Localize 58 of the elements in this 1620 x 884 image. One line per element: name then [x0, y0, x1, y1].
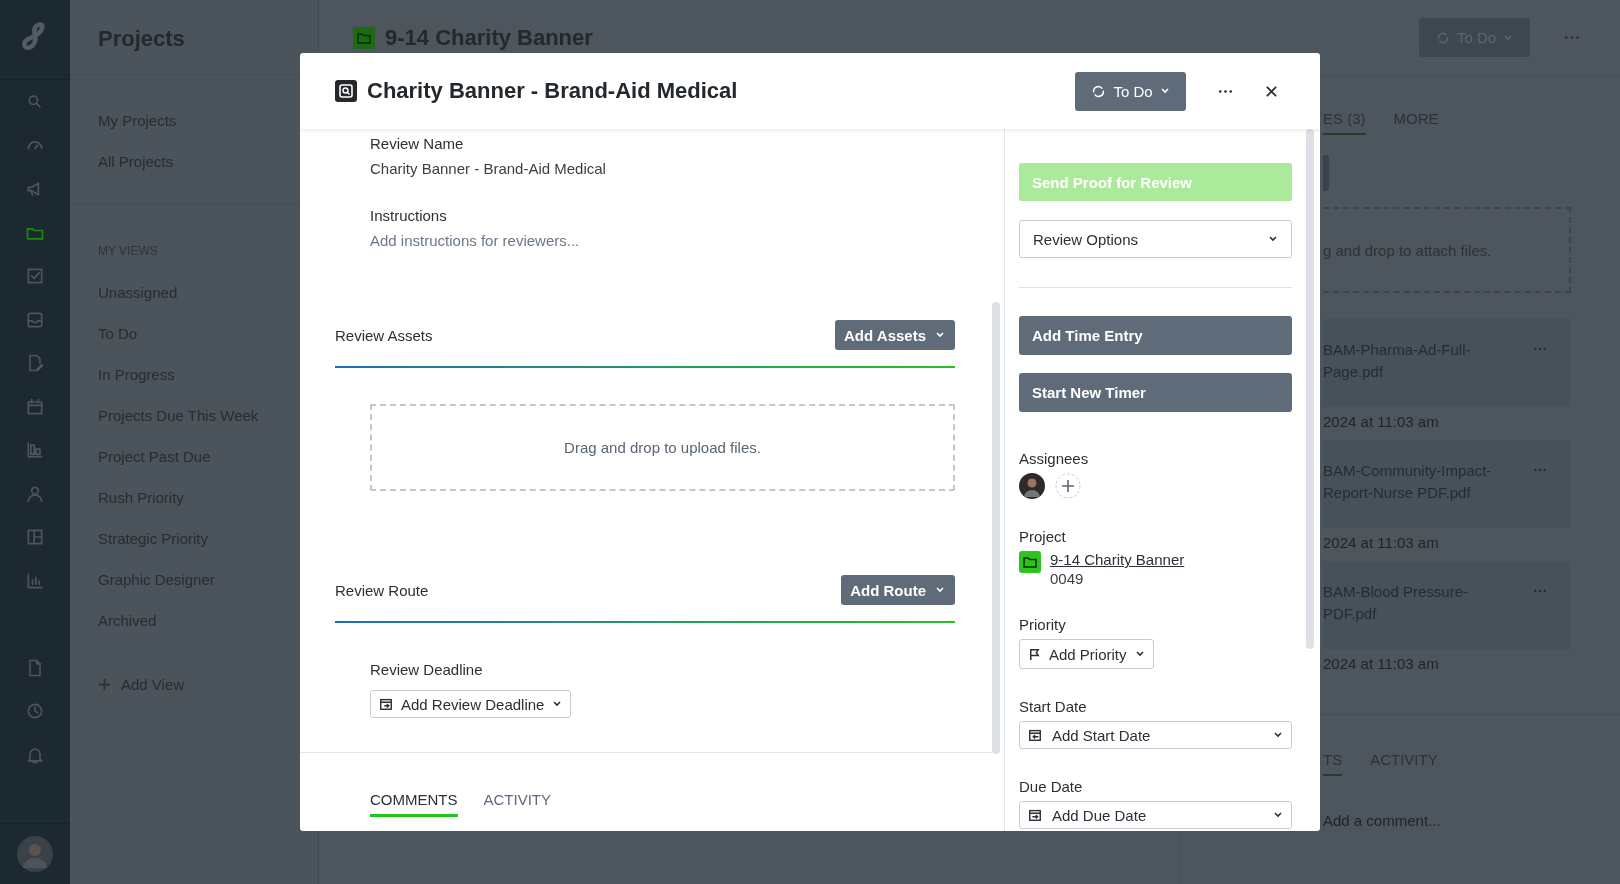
review-options-dropdown[interactable]: Review Options: [1019, 220, 1292, 258]
caret-icon: [1134, 649, 1145, 659]
dropdown-button[interactable]: Add Route: [841, 575, 955, 605]
folder-icon: [1019, 551, 1041, 573]
scrollbar[interactable]: [1306, 129, 1314, 649]
review-name[interactable]: Charity Banner - Brand-Aid Medical: [370, 160, 1004, 177]
deadline-dropdown[interactable]: Add Review Deadline: [370, 690, 572, 718]
assignee-avatar[interactable]: [1019, 473, 1045, 499]
sync-icon: [1435, 30, 1450, 45]
field-label: Start Date: [1019, 698, 1088, 715]
caret-icon: [1273, 810, 1283, 820]
field-label: Project: [1019, 528, 1067, 545]
dialog-title: Charity Banner - Brand-Aid Medical: [367, 78, 738, 104]
close-icon[interactable]: [1265, 84, 1278, 98]
date-dropdown[interactable]: Add Start Date: [1019, 721, 1292, 749]
clock-icon[interactable]: [25, 701, 45, 721]
field-label: Assignees: [1019, 450, 1090, 467]
caret-icon: [552, 699, 563, 709]
section-title: Review Route: [335, 581, 429, 599]
plus-icon: [98, 678, 111, 691]
time-button[interactable]: Start New Timer: [1019, 373, 1292, 412]
dropdown-button[interactable]: Add Assets: [835, 320, 955, 350]
blocks-icon[interactable]: [25, 440, 45, 460]
proof-icon: [335, 80, 357, 102]
project-link[interactable]: 9-14 Charity Banner: [1050, 551, 1185, 568]
calendar-icon: [379, 697, 393, 711]
add-assignee-icon[interactable]: [1055, 473, 1081, 499]
status-button[interactable]: To Do: [1075, 71, 1186, 111]
calendar-icon[interactable]: [25, 396, 45, 417]
folder-icon: [353, 26, 375, 49]
caret-icon: [935, 330, 945, 340]
dialog-tab[interactable]: ACTIVITY: [483, 791, 551, 817]
caret-icon: [935, 585, 945, 595]
section-title: Review Assets: [335, 326, 433, 344]
calendar-icon: [1028, 728, 1042, 742]
time-button[interactable]: Add Time Entry: [1019, 316, 1292, 355]
field-label: Instructions: [370, 207, 448, 224]
field-label: Due Date: [1019, 778, 1084, 795]
field-label: Review Name: [370, 135, 465, 152]
field-label: Review Deadline: [370, 661, 483, 678]
date-dropdown[interactable]: Add Due Date: [1019, 801, 1292, 829]
field-label: Priority: [1019, 616, 1067, 633]
more-icon[interactable]: [1218, 88, 1233, 94]
priority-dropdown[interactable]: Add Priority: [1019, 639, 1154, 669]
dialog-tab[interactable]: COMMENTS: [370, 791, 458, 817]
scrollbar[interactable]: [992, 302, 1000, 754]
caret-icon: [1159, 86, 1170, 96]
upload-dropzone[interactable]: Drag and drop to upload files.: [370, 404, 955, 491]
project-number: 0049: [1050, 570, 1085, 587]
calendar-icon: [1028, 808, 1042, 822]
caret-icon: [1273, 730, 1283, 740]
caret-icon: [1268, 234, 1278, 244]
layout-icon[interactable]: [25, 527, 45, 547]
user-avatar[interactable]: [17, 836, 53, 872]
caret-icon: [1503, 32, 1514, 43]
checkbox-icon[interactable]: [25, 266, 45, 286]
flag-icon: [1028, 647, 1041, 661]
sync-icon: [1091, 83, 1107, 99]
